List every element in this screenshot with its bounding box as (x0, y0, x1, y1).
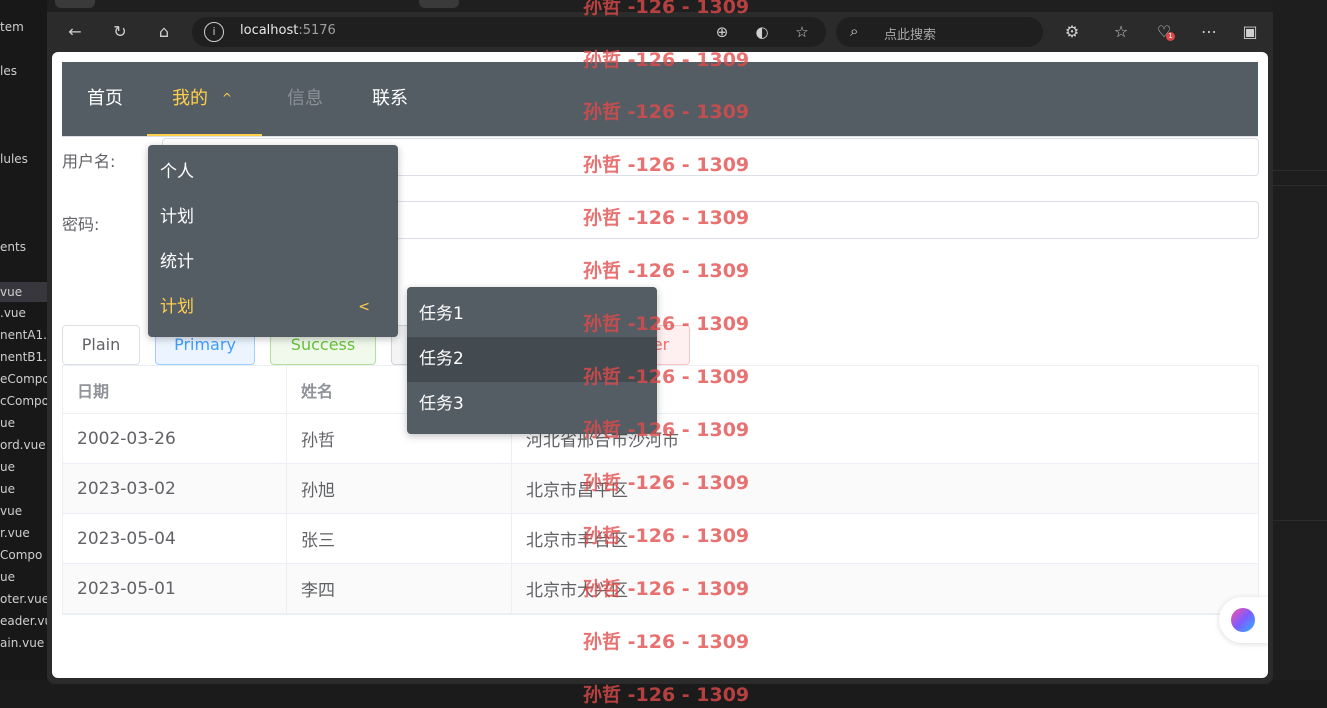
search-icon: ⌕ (850, 22, 859, 40)
home-icon[interactable]: ⌂ (152, 20, 176, 44)
date-cell: 2002-03-26 (63, 414, 287, 463)
browser-window: ← ↻ ⌂ i localhost:5176 ⊕ ◐ ☆ ⌕ 点此搜索 ⚙ ☆ … (47, 0, 1273, 684)
column-header: 日期 (63, 366, 287, 413)
dropdown-item-plan[interactable]: 计划 (148, 195, 398, 240)
ide-file[interactable]: r.vue (0, 526, 30, 540)
more-menu-icon[interactable]: ⋯ (1197, 20, 1221, 44)
username-label: 用户名: (62, 152, 116, 171)
dropdown-item-plan-submenu[interactable]: 计划 < (148, 285, 398, 330)
ide-file[interactable]: cCompo (0, 394, 48, 408)
chevron-left-icon: < (358, 299, 370, 315)
nav-submenu: 任务1 任务2 任务3 (407, 287, 657, 434)
table-row[interactable]: 2023-05-04 张三 北京市丰台区 (63, 514, 1258, 564)
page-viewport: 首页 我的 ^ 信息 联系 用户名: 密码: Plain Primary Succ… (52, 52, 1268, 678)
ide-file[interactable]: les (0, 64, 17, 78)
submenu-item-task2[interactable]: 任务2 (407, 337, 657, 382)
ide-file[interactable]: ue (0, 482, 15, 496)
favorite-star-icon[interactable]: ☆ (792, 22, 812, 42)
submenu-item-task1[interactable]: 任务1 (407, 292, 657, 337)
site-info-icon[interactable]: i (204, 22, 224, 42)
tab[interactable] (419, 0, 459, 8)
nav-dropdown-menu: 个人 计划 统计 计划 < (148, 145, 398, 337)
ide-file[interactable]: .vue (0, 306, 26, 320)
ide-file[interactable]: ue (0, 570, 15, 584)
browser-essentials-icon[interactable]: ♡ 1 (1152, 20, 1176, 44)
address-cell: 北京市丰台区 (526, 531, 628, 551)
nav-item-mine[interactable]: 我的 ^ (147, 62, 262, 136)
notification-badge: 1 (1166, 32, 1175, 41)
ide-file[interactable]: ain.vue (0, 636, 44, 650)
search-box[interactable]: ⌕ 点此搜索 (836, 17, 1043, 47)
immersive-reader-icon[interactable]: ◐ (752, 22, 772, 42)
ide-file[interactable]: ents (0, 240, 26, 254)
dropdown-item-label: 计划 (160, 297, 194, 317)
back-icon[interactable]: ← (63, 20, 87, 44)
ide-file[interactable]: ue (0, 460, 15, 474)
ide-editor-panel (1273, 0, 1327, 708)
floating-assistant-button[interactable] (1219, 597, 1268, 643)
date-cell: 2023-03-02 (63, 464, 287, 513)
ide-file[interactable]: oter.vue (0, 592, 48, 606)
ide-file-explorer: tem les lules ents vue .vue nentA1.v nen… (0, 0, 48, 708)
nav-item-home[interactable]: 首页 (87, 62, 123, 136)
password-label: 密码: (62, 215, 100, 234)
name-cell: 张三 (287, 514, 512, 563)
table-row[interactable]: 2023-03-02 孙旭 北京市昌平区 (63, 464, 1258, 514)
nav-menu: 首页 我的 ^ 信息 联系 (62, 62, 1258, 137)
ide-file-selected[interactable]: vue (0, 282, 48, 302)
address-cell: 北京市大兴区 (526, 581, 628, 601)
favorites-icon[interactable]: ☆ (1109, 20, 1133, 44)
reload-icon[interactable]: ↻ (108, 20, 132, 44)
divider (1273, 170, 1327, 171)
address-cell: 北京市昌平区 (526, 481, 628, 501)
date-cell: 2023-05-04 (63, 514, 287, 563)
ide-file[interactable]: eader.vue (0, 614, 48, 628)
browser-toolbar: ← ↻ ⌂ i localhost:5176 ⊕ ◐ ☆ ⌕ 点此搜索 ⚙ ☆ … (47, 12, 1273, 52)
chevron-up-icon: ^ (222, 91, 233, 105)
tab-strip (47, 0, 1273, 12)
ide-file[interactable]: lules (0, 152, 28, 166)
ide-file[interactable]: Compo (0, 548, 42, 562)
ide-file[interactable]: vue (0, 504, 22, 518)
divider (1273, 185, 1327, 186)
ide-file[interactable]: eCompo (0, 372, 48, 386)
name-cell: 孙旭 (287, 464, 512, 513)
ide-file[interactable]: nentB1.v (0, 350, 48, 364)
tab[interactable] (55, 0, 95, 8)
ide-file[interactable]: nentA1.v (0, 328, 48, 342)
brain-icon (1231, 608, 1255, 632)
divider (1273, 520, 1327, 521)
nav-item-contact[interactable]: 联系 (372, 62, 408, 136)
name-cell: 李四 (287, 564, 512, 613)
address-url[interactable]: localhost:5176 (240, 23, 336, 38)
plain-button[interactable]: Plain (62, 325, 140, 365)
date-cell: 2023-05-01 (63, 564, 287, 613)
table-header: 日期 姓名 地址 (63, 366, 1258, 414)
ide-file[interactable]: tem (0, 20, 24, 34)
search-placeholder: 点此搜索 (884, 28, 937, 43)
table-row[interactable]: 2002-03-26 孙哲 河北省邢台市沙河市 (63, 414, 1258, 464)
address-bar[interactable]: i localhost:5176 ⊕ ◐ ☆ (192, 17, 826, 47)
extensions-icon[interactable]: ⚙ (1060, 20, 1084, 44)
ide-file[interactable]: ue (0, 416, 15, 430)
nav-item-info: 信息 (287, 88, 323, 109)
ide-bottom-panel (0, 680, 1327, 708)
table-row[interactable]: 2023-05-01 李四 北京市大兴区 (63, 564, 1258, 614)
zoom-icon[interactable]: ⊕ (712, 22, 732, 42)
dropdown-item-personal[interactable]: 个人 (148, 150, 398, 195)
dropdown-item-stats[interactable]: 统计 (148, 240, 398, 285)
sidebar-toggle-icon[interactable]: ▣ (1238, 20, 1262, 44)
data-table: 日期 姓名 地址 2002-03-26 孙哲 河北省邢台市沙河市 2023-03… (62, 365, 1259, 615)
ide-file[interactable]: ord.vue (0, 438, 46, 452)
submenu-item-task3[interactable]: 任务3 (407, 382, 657, 427)
